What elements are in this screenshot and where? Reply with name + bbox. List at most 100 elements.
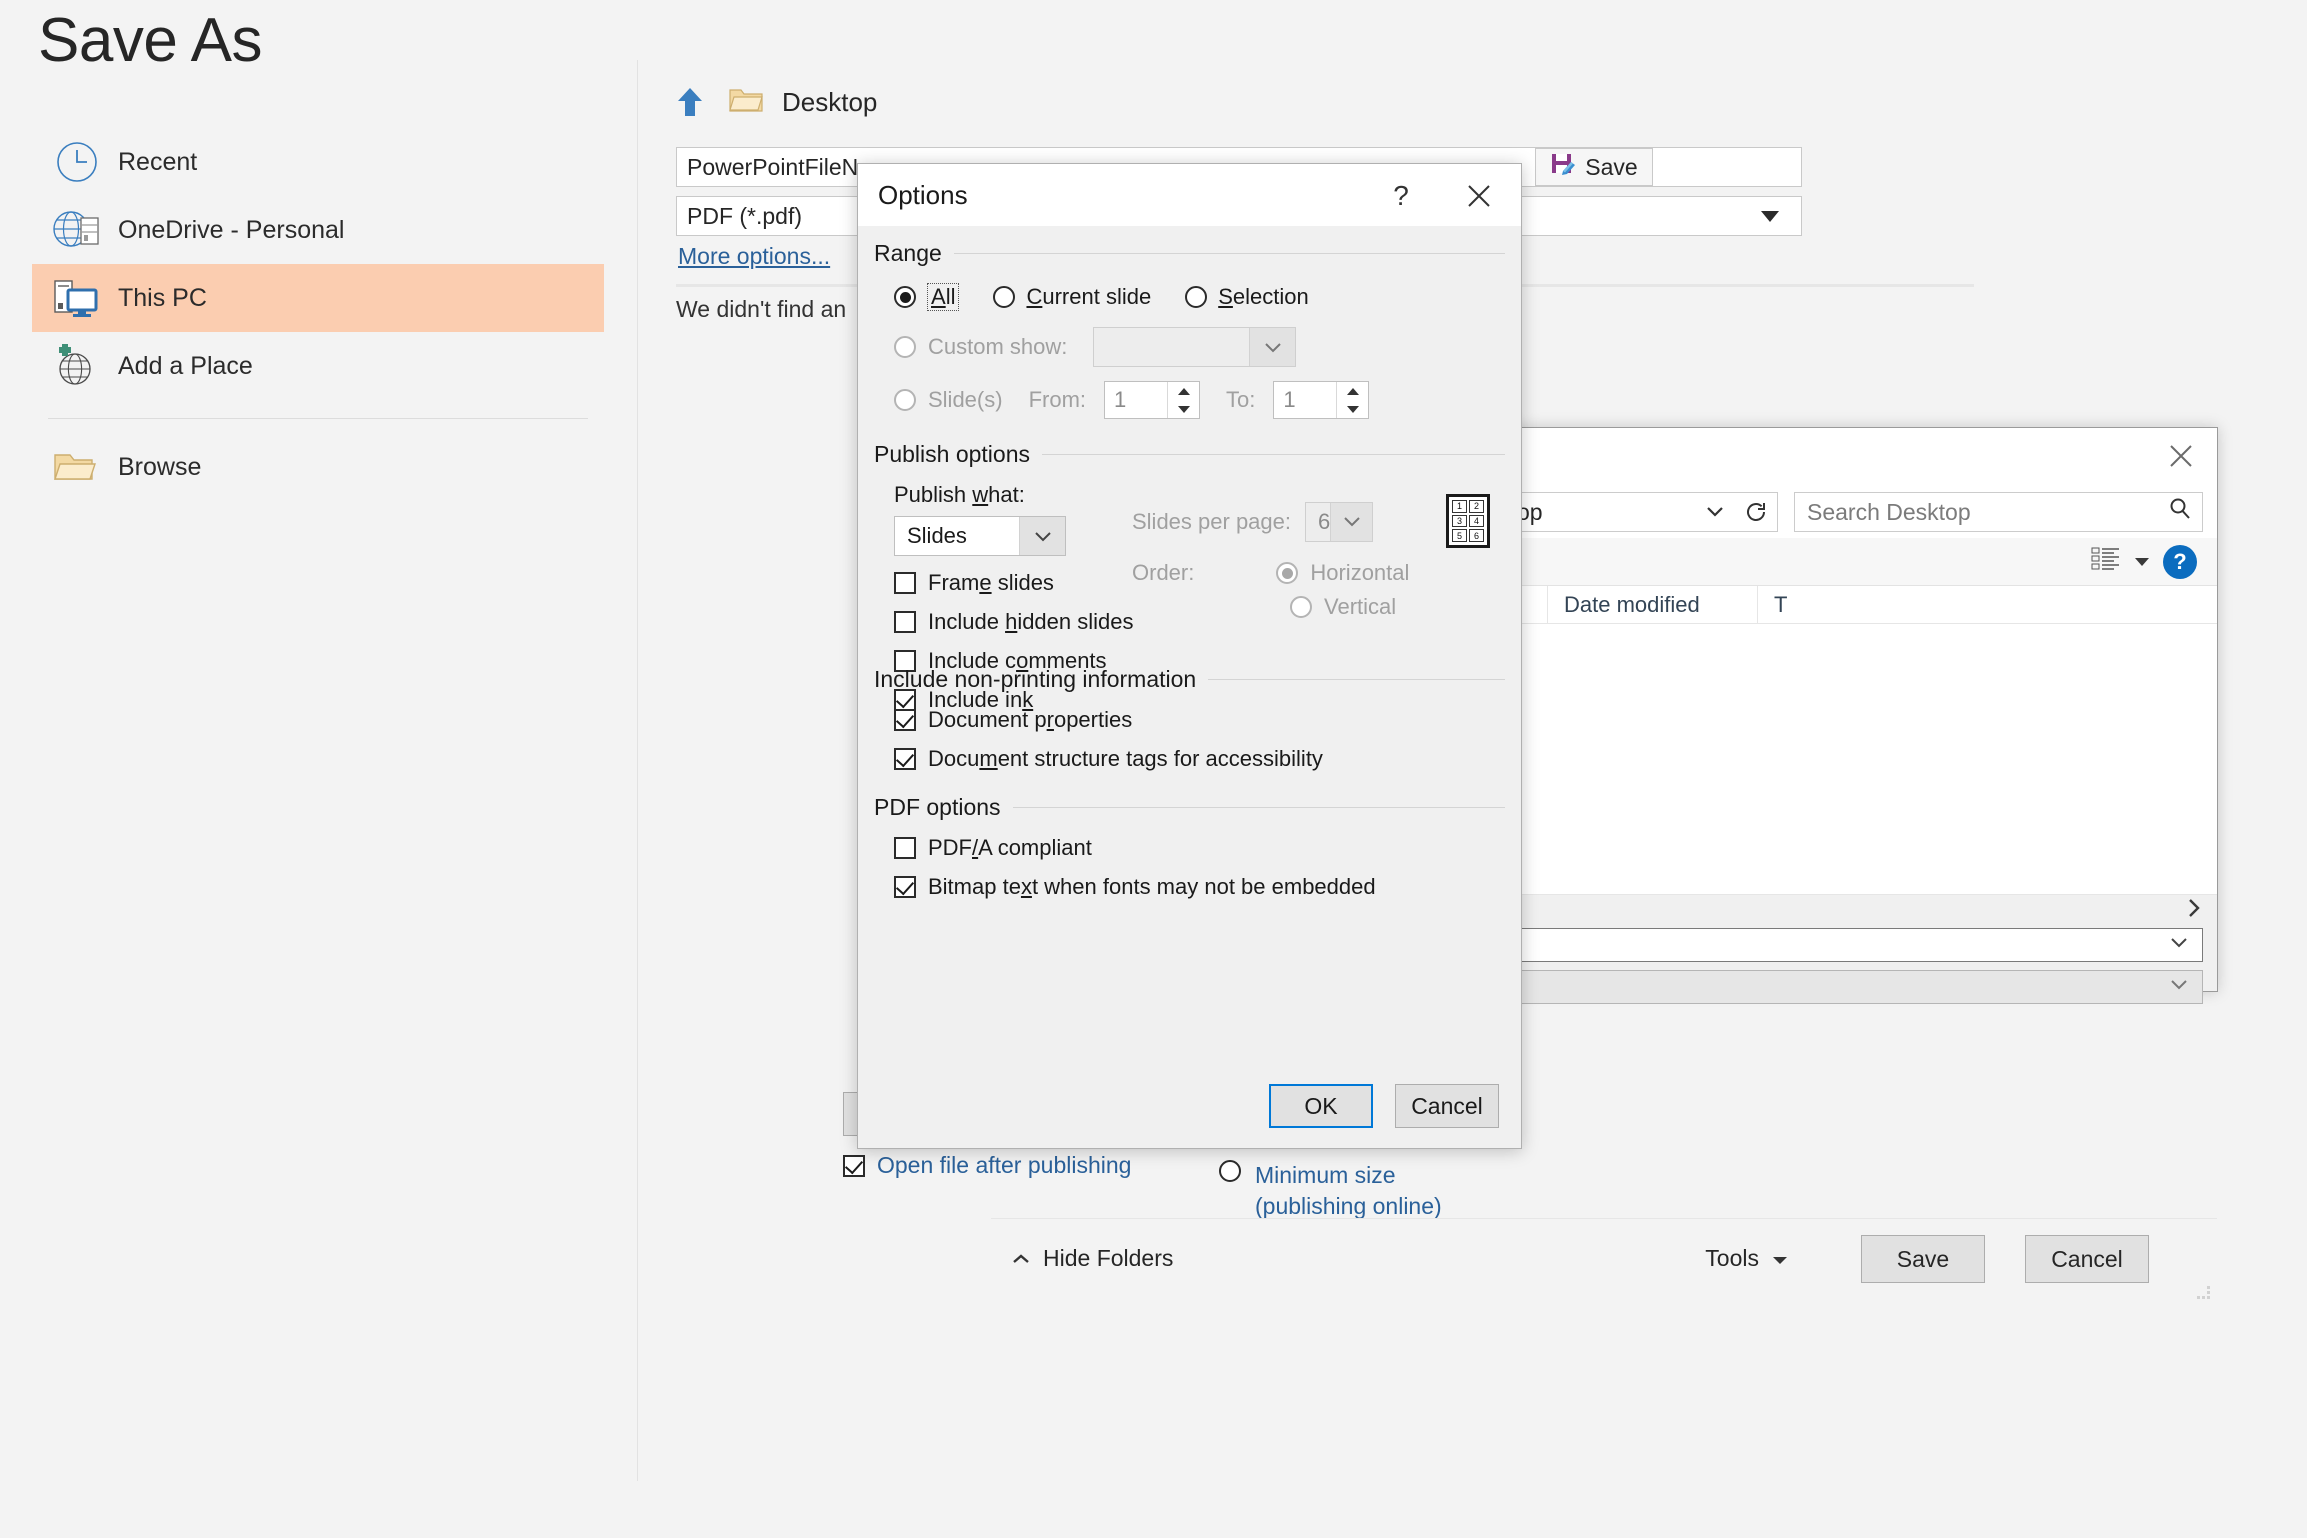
help-icon[interactable]: ? bbox=[1381, 176, 1421, 216]
location-name: Desktop bbox=[782, 87, 877, 118]
frame-slides-checkbox[interactable] bbox=[894, 572, 916, 594]
dialog-save-button[interactable]: Save bbox=[1861, 1235, 1985, 1283]
order-vertical-label: Vertical bbox=[1324, 594, 1396, 620]
slides-range-row: Slide(s) From: 1 To: 1 bbox=[874, 381, 1505, 419]
tools-button[interactable]: Tools bbox=[1705, 1245, 1789, 1272]
include-hidden-slides-checkbox[interactable] bbox=[894, 611, 916, 633]
optimize-minimum-option[interactable]: Minimum size (publishing online) bbox=[1219, 1160, 1495, 1222]
include-hidden-slides-row[interactable]: Include hidden slides bbox=[894, 609, 1505, 635]
radio-minimum-size[interactable] bbox=[1219, 1160, 1241, 1182]
radio-slides[interactable] bbox=[894, 389, 916, 411]
from-spinner[interactable]: 1 bbox=[1104, 381, 1200, 419]
ok-button[interactable]: OK bbox=[1269, 1084, 1373, 1128]
places-list: Recent OneDrive - Personal bbox=[32, 128, 604, 501]
open-after-publishing-label: Open file after publishing bbox=[877, 1152, 1131, 1179]
range-all-option[interactable]: All bbox=[894, 283, 959, 311]
tools-label: Tools bbox=[1705, 1245, 1759, 1272]
options-dialog: Options ? Range All Current slide Select… bbox=[857, 163, 1522, 1149]
range-radio-row: All Current slide Selection bbox=[874, 283, 1505, 311]
frame-slides-label: Frame slides bbox=[928, 570, 1054, 596]
chevron-down-icon bbox=[1249, 328, 1295, 366]
preview-cell: 6 bbox=[1469, 529, 1484, 542]
range-group: Range All Current slide Selection Custom… bbox=[874, 240, 1505, 419]
no-results-text: We didn't find an bbox=[676, 296, 846, 323]
document-structure-tags-row[interactable]: Document structure tags for accessibilit… bbox=[894, 746, 1505, 772]
pdf-options-body: PDF/A compliant Bitmap text when fonts m… bbox=[874, 835, 1505, 900]
range-current-slide-option[interactable]: Current slide bbox=[993, 284, 1151, 310]
spinner-arrows[interactable] bbox=[1336, 382, 1368, 418]
options-cancel-button[interactable]: Cancel bbox=[1395, 1084, 1499, 1128]
chevron-down-icon[interactable] bbox=[2135, 558, 2149, 566]
radio-current-slide[interactable] bbox=[993, 286, 1015, 308]
sidebar-item-onedrive[interactable]: OneDrive - Personal bbox=[32, 196, 604, 264]
custom-show-row: Custom show: bbox=[874, 327, 1505, 367]
pdfa-compliant-checkbox[interactable] bbox=[894, 837, 916, 859]
range-current-slide-label: Current slide bbox=[1026, 284, 1151, 310]
pdfa-compliant-label: PDF/A compliant bbox=[928, 835, 1092, 861]
group-rule bbox=[1013, 807, 1505, 808]
refresh-icon[interactable] bbox=[1734, 492, 1778, 532]
radio-order-vertical[interactable] bbox=[1290, 596, 1312, 618]
options-dialog-title: Options bbox=[878, 180, 968, 211]
view-layout-icon[interactable] bbox=[2091, 546, 2121, 577]
open-after-publishing-row[interactable]: Open file after publishing bbox=[843, 1152, 1131, 1179]
column-type[interactable]: T bbox=[1757, 586, 2217, 624]
scroll-right-icon[interactable] bbox=[2185, 895, 2203, 921]
publish-body: Publish what: Slides Frame slides Includ… bbox=[874, 482, 1505, 652]
close-icon[interactable] bbox=[2153, 436, 2209, 476]
breadcrumb[interactable]: op bbox=[1510, 492, 1734, 532]
radio-all[interactable] bbox=[894, 286, 916, 308]
more-options-link[interactable]: More options... bbox=[678, 243, 830, 270]
to-spinner[interactable]: 1 bbox=[1273, 381, 1369, 419]
sidebar-item-browse[interactable]: Browse bbox=[32, 433, 604, 501]
spinner-up-icon[interactable] bbox=[1337, 382, 1368, 400]
slides-per-page-label: Slides per page: bbox=[1132, 509, 1291, 535]
bitmap-text-checkbox[interactable] bbox=[894, 876, 916, 898]
optimize-minimum-label: Minimum size (publishing online) bbox=[1255, 1160, 1495, 1222]
publish-what-combo[interactable]: Slides bbox=[894, 516, 1066, 556]
help-icon[interactable]: ? bbox=[2163, 545, 2197, 579]
hide-folders-button[interactable]: Hide Folders bbox=[1011, 1245, 1173, 1272]
group-rule bbox=[954, 253, 1505, 254]
spinner-arrows[interactable] bbox=[1167, 382, 1199, 418]
backstage-save-button[interactable]: Save bbox=[1535, 148, 1653, 186]
save-label: Save bbox=[1585, 154, 1637, 181]
search-input[interactable]: Search Desktop bbox=[1794, 492, 2203, 532]
document-structure-tags-checkbox[interactable] bbox=[894, 748, 916, 770]
chevron-down-icon bbox=[1704, 499, 1726, 526]
bitmap-text-row[interactable]: Bitmap text when fonts may not be embedd… bbox=[894, 874, 1505, 900]
spinner-up-icon[interactable] bbox=[1168, 382, 1199, 400]
radio-order-horizontal[interactable] bbox=[1276, 562, 1298, 584]
resize-grip[interactable] bbox=[2195, 1284, 2211, 1300]
document-properties-row[interactable]: Document properties bbox=[894, 707, 1505, 733]
slides-per-page-combo[interactable]: 6 bbox=[1305, 502, 1373, 542]
publish-options-heading-label: Publish options bbox=[874, 441, 1030, 468]
range-heading: Range bbox=[874, 240, 1505, 267]
order-horizontal-label: Horizontal bbox=[1310, 560, 1409, 586]
to-value: 1 bbox=[1274, 382, 1336, 418]
open-after-publishing-checkbox[interactable] bbox=[843, 1155, 865, 1177]
custom-show-combo[interactable] bbox=[1093, 327, 1296, 367]
document-properties-checkbox[interactable] bbox=[894, 709, 916, 731]
bitmap-text-label: Bitmap text when fonts may not be embedd… bbox=[928, 874, 1376, 900]
non-printing-heading-label: Include non-printing information bbox=[874, 666, 1196, 693]
range-all-label: All bbox=[927, 283, 959, 311]
order-row: Order: Horizontal bbox=[1132, 560, 1409, 586]
sidebar-item-label: Add a Place bbox=[118, 352, 253, 381]
current-location-row: Desktop bbox=[668, 80, 2260, 124]
dialog-cancel-button[interactable]: Cancel bbox=[2025, 1235, 2149, 1283]
pdfa-compliant-row[interactable]: PDF/A compliant bbox=[894, 835, 1505, 861]
sidebar-item-recent[interactable]: Recent bbox=[32, 128, 604, 196]
sidebar-item-label: This PC bbox=[118, 284, 207, 313]
radio-selection[interactable] bbox=[1185, 286, 1207, 308]
spinner-down-icon[interactable] bbox=[1168, 400, 1199, 418]
column-date-modified[interactable]: Date modified bbox=[1547, 586, 1757, 624]
radio-custom-show[interactable] bbox=[894, 336, 916, 358]
range-selection-option[interactable]: Selection bbox=[1185, 284, 1309, 310]
close-icon[interactable] bbox=[1457, 174, 1501, 218]
sidebar-item-add-a-place[interactable]: Add a Place bbox=[32, 332, 604, 400]
sidebar-item-label: OneDrive - Personal bbox=[118, 216, 344, 245]
spinner-down-icon[interactable] bbox=[1337, 400, 1368, 418]
up-arrow-icon[interactable] bbox=[668, 85, 712, 119]
sidebar-item-this-pc[interactable]: This PC bbox=[32, 264, 604, 332]
